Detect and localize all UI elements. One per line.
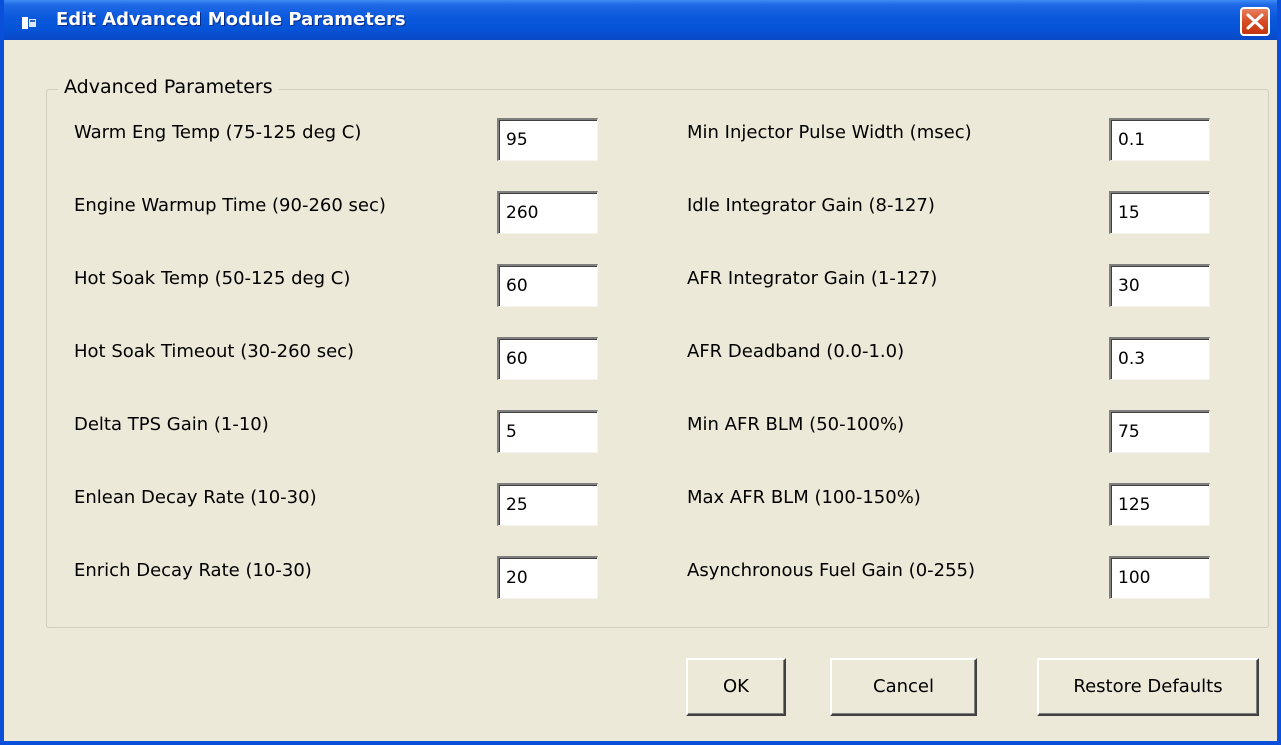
group-label: Advanced Parameters: [58, 76, 279, 98]
param-label-enlean-decay-rate: Enlean Decay Rate (10-30): [74, 487, 317, 508]
close-button[interactable]: [1240, 7, 1270, 36]
param-label-enrich-decay-rate: Enrich Decay Rate (10-30): [74, 560, 312, 581]
input-idle-integrator-gain[interactable]: 15: [1109, 191, 1210, 234]
app-window-icon: [22, 14, 36, 29]
input-enrich-decay-rate[interactable]: 20: [497, 556, 598, 599]
param-label-hot-soak-temp: Hot Soak Temp (50-125 deg C): [74, 268, 351, 289]
restore-defaults-button[interactable]: Restore Defaults: [1037, 658, 1259, 716]
param-label-afr-integrator-gain: AFR Integrator Gain (1-127): [687, 268, 938, 289]
input-max-afr-blm[interactable]: 125: [1109, 483, 1210, 526]
ok-button[interactable]: OK: [686, 658, 786, 716]
param-label-asynchronous-fuel-gain: Asynchronous Fuel Gain (0-255): [687, 560, 976, 581]
input-min-afr-blm[interactable]: 75: [1109, 410, 1210, 453]
title-bar[interactable]: Edit Advanced Module Parameters: [4, 0, 1277, 40]
param-label-min-afr-blm: Min AFR BLM (50-100%): [687, 414, 905, 435]
input-afr-integrator-gain[interactable]: 30: [1109, 264, 1210, 307]
window-title: Edit Advanced Module Parameters: [56, 9, 406, 30]
param-label-warm-eng-temp: Warm Eng Temp (75-125 deg C): [74, 122, 362, 143]
input-hot-soak-timeout[interactable]: 60: [497, 337, 598, 380]
input-asynchronous-fuel-gain[interactable]: 100: [1109, 556, 1210, 599]
param-label-delta-tps-gain: Delta TPS Gain (1-10): [74, 414, 269, 435]
param-label-engine-warmup-time: Engine Warmup Time (90-260 sec): [74, 195, 386, 216]
dialog-window: Edit Advanced Module Parameters Advanced…: [0, 0, 1281, 745]
param-label-max-afr-blm: Max AFR BLM (100-150%): [687, 487, 921, 508]
param-label-afr-deadband: AFR Deadband (0.0-1.0): [687, 341, 905, 362]
input-engine-warmup-time[interactable]: 260: [497, 191, 598, 234]
input-delta-tps-gain[interactable]: 5: [497, 410, 598, 453]
param-label-min-injector-pulse-width: Min Injector Pulse Width (msec): [687, 122, 972, 143]
input-min-injector-pulse-width[interactable]: 0.1: [1109, 118, 1210, 161]
input-enlean-decay-rate[interactable]: 25: [497, 483, 598, 526]
input-afr-deadband[interactable]: 0.3: [1109, 337, 1210, 380]
input-hot-soak-temp[interactable]: 60: [497, 264, 598, 307]
input-warm-eng-temp[interactable]: 95: [497, 118, 598, 161]
close-icon: [1246, 13, 1264, 30]
cancel-button[interactable]: Cancel: [830, 658, 977, 716]
param-label-hot-soak-timeout: Hot Soak Timeout (30-260 sec): [74, 341, 355, 362]
param-label-idle-integrator-gain: Idle Integrator Gain (8-127): [687, 195, 935, 216]
